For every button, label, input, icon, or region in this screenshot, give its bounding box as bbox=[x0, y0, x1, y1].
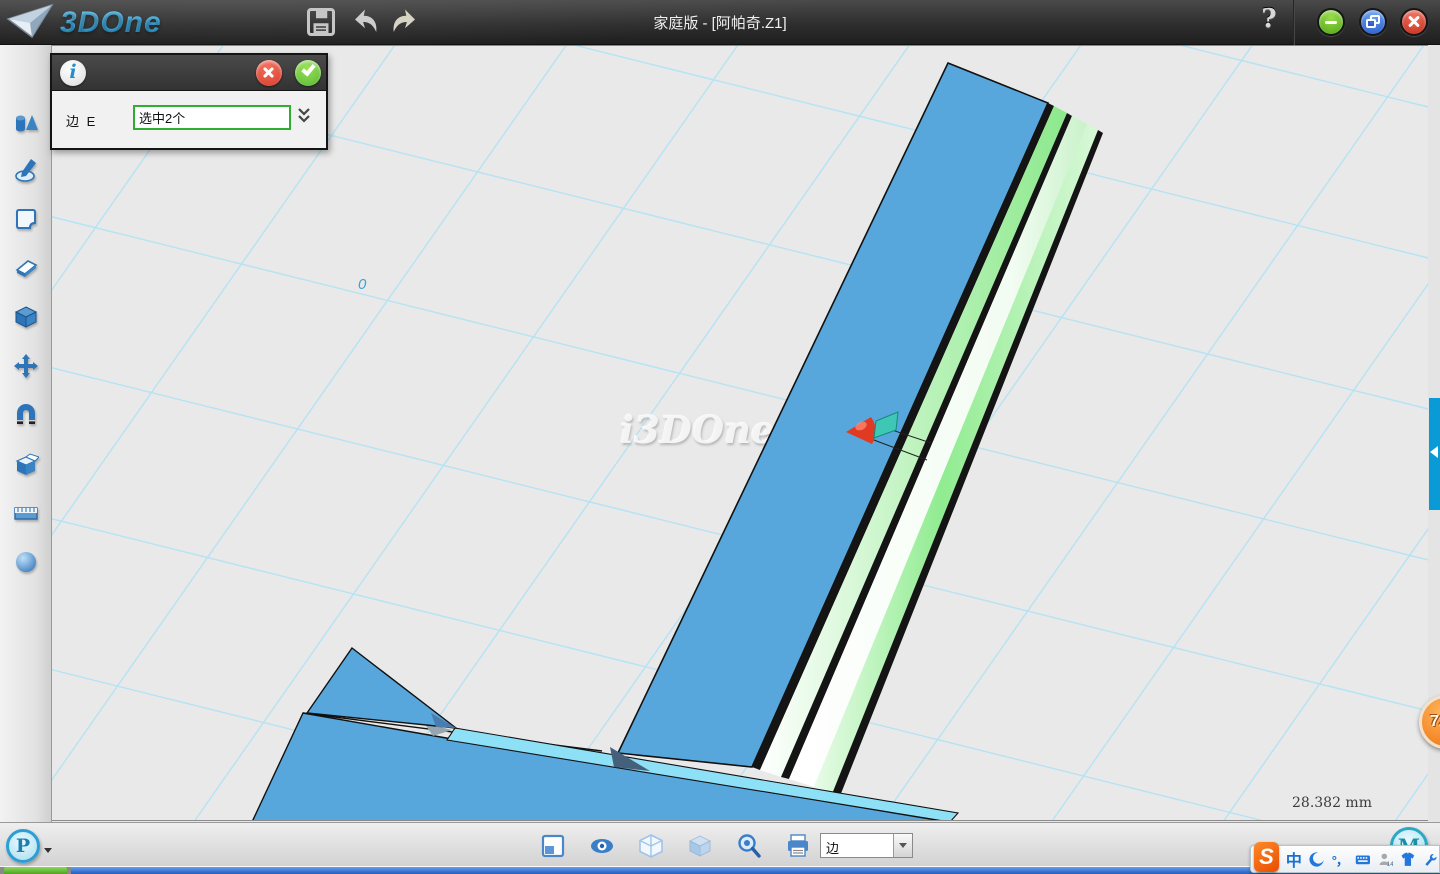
taskbar-app-green[interactable] bbox=[4, 867, 67, 874]
keyboard-icon[interactable] bbox=[1355, 850, 1371, 869]
cancel-button[interactable] bbox=[256, 60, 282, 86]
selection-filter-combobox[interactable]: 边 bbox=[820, 833, 913, 858]
taskbar-strip-blue[interactable] bbox=[71, 867, 1440, 874]
combobox-value: 边 bbox=[826, 838, 839, 857]
measure-ruler-icon[interactable] bbox=[13, 500, 39, 526]
check-glyph bbox=[301, 61, 315, 76]
zoom-search-icon[interactable] bbox=[736, 833, 762, 859]
view-toolbar: P 边 M bbox=[0, 822, 1440, 867]
wrench-icon[interactable] bbox=[1423, 850, 1439, 869]
surface-square-icon[interactable] bbox=[13, 206, 39, 232]
dialog-body: 边 E bbox=[52, 91, 326, 148]
dialog-header[interactable]: i bbox=[52, 55, 326, 91]
render-sphere-icon[interactable] bbox=[13, 549, 39, 575]
shaded-cube-icon[interactable] bbox=[687, 833, 713, 859]
logo-text: 3DOne bbox=[60, 6, 162, 40]
info-icon: i bbox=[60, 60, 86, 86]
os-taskbar-edge bbox=[0, 867, 1440, 874]
user-count-badge: 14 bbox=[1386, 860, 1393, 867]
move-arrows-icon[interactable] bbox=[13, 353, 39, 379]
combobox-dropdown-button[interactable] bbox=[893, 834, 912, 857]
app-logo: 3DOne bbox=[6, 2, 162, 44]
wireframe-cube-icon[interactable] bbox=[638, 833, 664, 859]
edge-field-label: 边 E bbox=[66, 111, 97, 130]
chevron-double-down-icon[interactable] bbox=[297, 107, 311, 125]
measurement-label: 28.382 mm bbox=[1292, 795, 1372, 811]
user-icon[interactable]: 14 bbox=[1378, 850, 1394, 869]
minimize-button[interactable] bbox=[1317, 8, 1345, 36]
visibility-eye-icon[interactable] bbox=[589, 833, 615, 859]
primitive-solids-icon[interactable] bbox=[13, 109, 39, 135]
sketch-pencil-icon[interactable] bbox=[13, 157, 39, 183]
model-scene bbox=[52, 45, 1428, 821]
redo-icon[interactable] bbox=[390, 7, 420, 37]
collapse-left-arrow-icon bbox=[1430, 446, 1438, 458]
moon-icon[interactable] bbox=[1309, 850, 1325, 869]
header-divider bbox=[1293, 0, 1295, 45]
skin-shirt-icon[interactable] bbox=[1400, 850, 1416, 869]
confirm-button[interactable] bbox=[295, 60, 321, 86]
punctuation-icon[interactable]: °， bbox=[1332, 850, 1348, 869]
paper-plane-icon bbox=[6, 3, 54, 43]
print-icon[interactable] bbox=[785, 833, 811, 859]
collapsed-panel-tab[interactable] bbox=[1429, 398, 1440, 510]
solid-cube-icon[interactable] bbox=[13, 304, 39, 330]
special-box-icon[interactable] bbox=[13, 451, 39, 477]
undo-icon[interactable] bbox=[350, 7, 380, 37]
edge-selection-dialog: i 边 E bbox=[50, 53, 328, 150]
chevron-down-icon bbox=[899, 843, 907, 848]
restore-glyph bbox=[1366, 19, 1376, 28]
window-title: 家庭版 - [阿帕奇.Z1] bbox=[520, 12, 920, 33]
save-icon[interactable] bbox=[306, 7, 336, 37]
help-button[interactable]: ? bbox=[1252, 4, 1286, 40]
p-dropdown-arrow[interactable] bbox=[44, 848, 52, 853]
sogou-ime-bar: S 中 °， 14 bbox=[1250, 845, 1440, 873]
3d-viewport[interactable]: i3DOne.com 0 bbox=[52, 45, 1428, 821]
view-corner-icon[interactable] bbox=[540, 833, 566, 859]
p-badge-button[interactable]: P bbox=[6, 829, 40, 863]
minus-glyph bbox=[1325, 21, 1337, 24]
title-bar: 3DOne 家庭版 - [阿帕奇.Z1] ? bbox=[0, 0, 1440, 45]
magnet-constraint-icon[interactable] bbox=[13, 402, 39, 428]
tool-sidebar bbox=[0, 45, 52, 822]
chinese-mode-button[interactable]: 中 bbox=[1286, 847, 1302, 871]
sogou-logo[interactable]: S bbox=[1254, 842, 1279, 872]
deform-eraser-icon[interactable] bbox=[13, 254, 39, 280]
app-window: { "window": { "logo_text": "3DOne", "tit… bbox=[0, 0, 1440, 874]
edge-selection-input[interactable] bbox=[133, 105, 291, 130]
close-button[interactable] bbox=[1400, 8, 1428, 36]
restore-button[interactable] bbox=[1359, 8, 1387, 36]
